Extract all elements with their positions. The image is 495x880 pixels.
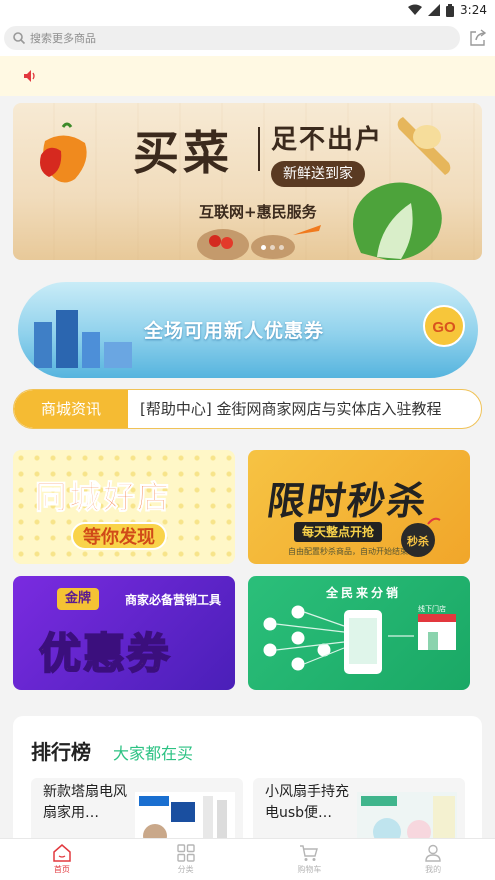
ticker-label: 商城资讯 [14,390,128,428]
search-row: 搜索更多商品 [0,20,495,56]
banner-divider [258,127,260,171]
nav-home[interactable]: 首页 [0,839,124,880]
coupon-text: 全场可用新人优惠券 [144,320,325,342]
coupon-banner[interactable]: 全场可用新人优惠券 GO [18,282,478,378]
ranking-item-name: 新款塔扇电风扇家用… [43,784,127,821]
category-icon [176,844,195,862]
promo-coupon-tagline: 商家必备营销工具 [125,593,222,607]
search-input[interactable]: 搜索更多商品 [4,26,460,50]
promo-shops-subtitle: 等你发现 [71,522,167,550]
battery-icon [446,3,455,17]
promo-coupon-tag: 金牌 [57,588,100,610]
network-icon [263,605,456,674]
nav-home-label: 首页 [53,865,70,874]
promo-flash-badge: 每天整点开抢 [294,522,383,542]
clock: 3:24 [460,3,487,17]
dist-shop-sign: 线下门店 [418,605,446,613]
nav-category-label: 分类 [177,865,194,874]
banner-pager [261,245,284,250]
buildings-icon [34,310,132,368]
promo-flash-note: 自由配置秒杀商品，自动开始结束 [288,547,408,556]
bomb-label: 秒杀 [407,534,429,548]
search-placeholder: 搜索更多商品 [30,32,96,45]
status-bar: 3:24 [0,0,495,20]
pager-dot [261,245,266,250]
user-icon [425,844,441,862]
ranking-title: 排行榜 [31,740,91,764]
promo-distribution[interactable]: 全民来分销 线下门店 [248,576,470,690]
nav-category[interactable]: 分类 [124,839,248,880]
ranking-item-name: 小风扇手持充电usb便… [265,784,349,821]
signal-icon [428,4,441,16]
notice-bar[interactable] [0,56,495,96]
pager-dot [270,245,275,250]
home-icon [53,844,71,862]
ranking-subtitle: 大家都在买 [113,744,194,763]
news-ticker[interactable]: 商城资讯 [帮助中心] 金街网商家网店与实体店入驻教程 [13,389,482,429]
speaker-icon [24,70,35,82]
nav-profile[interactable]: 我的 [371,839,495,880]
cart-icon [300,845,319,861]
promo-coupons[interactable]: 金牌 商家必备营销工具 优惠券 [13,576,235,690]
nav-profile-label: 我的 [425,865,442,874]
vegetables-icon [197,225,321,260]
wifi-icon [408,4,423,15]
ranking-section: 排行榜 大家都在买 新款塔扇电风扇家用… 小风扇手持充电usb便… [13,716,482,856]
banner-title: 买菜 [133,126,233,180]
promo-flash-sale[interactable]: 限时秒杀 每天整点开抢 自由配置秒杀商品，自动开始结束 秒杀 [248,450,470,564]
banner-subtitle: 互联网+惠民服务 [199,203,317,221]
ticker-text[interactable]: [帮助中心] 金街网商家网店与实体店入驻教程 [140,390,441,428]
search-icon [13,32,26,45]
main-banner[interactable]: 买菜 足不出户 新鲜送到家 互联网+惠民服务 [13,103,482,260]
go-badge-icon: GO [423,305,465,347]
promo-local-shops[interactable]: 同城好店 等你发现 [13,450,235,564]
bottom-nav: 首页 分类 购物车 我的 [0,838,495,880]
pepper-icon [40,122,87,183]
promo-shops-title: 同城好店 [34,478,172,517]
nav-cart[interactable]: 购物车 [248,839,372,880]
banner-tagline: 足不出户 [271,125,384,155]
cabbage-icon [353,182,442,260]
nav-cart-label: 购物车 [297,865,322,874]
share-icon[interactable] [469,29,487,47]
go-badge-text: GO [432,319,456,336]
bomb-icon: 秒杀 [401,517,441,557]
status-icons: 3:24 [408,3,487,17]
promo-coupon-title: 优惠券 [38,628,172,679]
pager-dot [279,245,284,250]
